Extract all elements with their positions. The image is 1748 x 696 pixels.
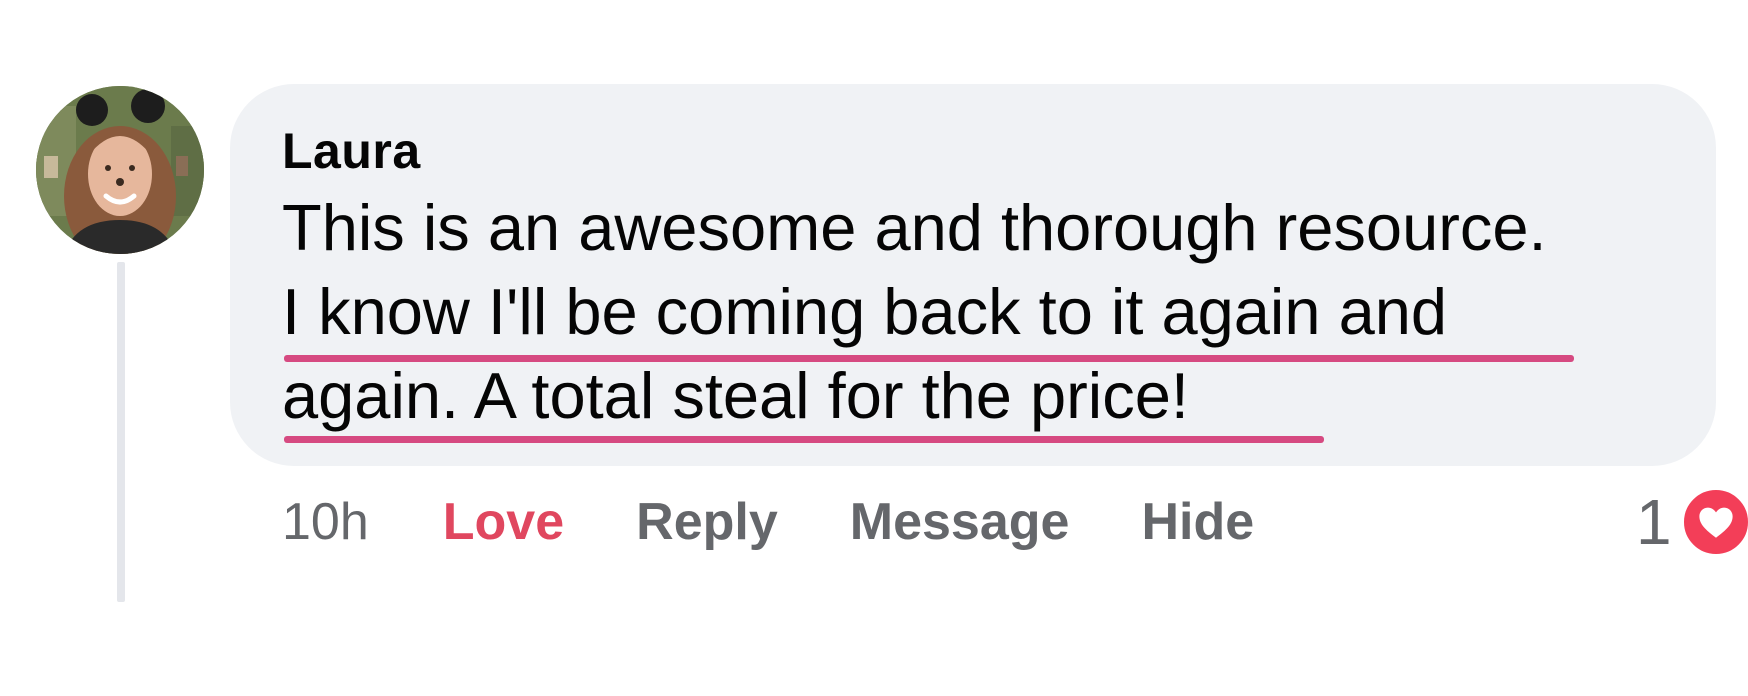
- reaction-count: 1: [1636, 486, 1672, 558]
- comment-text-line: I know I'll be coming back to it again a…: [282, 275, 1448, 348]
- heart-icon: [1679, 486, 1748, 558]
- reply-button[interactable]: Reply: [636, 492, 778, 552]
- hide-button[interactable]: Hide: [1141, 492, 1254, 552]
- avatar[interactable]: [36, 86, 204, 254]
- avatar-image: [36, 86, 204, 254]
- message-button[interactable]: Message: [850, 492, 1070, 552]
- comment-thread: Laura This is an awesome and thorough re…: [0, 0, 1748, 696]
- comment-timestamp[interactable]: 10h: [282, 492, 369, 552]
- comment-actions: 10h Love Reply Message Hide: [282, 490, 1326, 554]
- highlight-underline: [284, 436, 1324, 443]
- thread-connector-line: [117, 262, 125, 602]
- comment-bubble: Laura This is an awesome and thorough re…: [230, 84, 1716, 466]
- reaction-summary[interactable]: 1: [1636, 486, 1748, 558]
- love-button[interactable]: Love: [443, 492, 564, 552]
- comment-text-line: again. A total steal for the price!: [282, 359, 1189, 432]
- comment-author[interactable]: Laura: [282, 122, 421, 180]
- comment-text-line: This is an awesome and thorough resource…: [282, 191, 1547, 264]
